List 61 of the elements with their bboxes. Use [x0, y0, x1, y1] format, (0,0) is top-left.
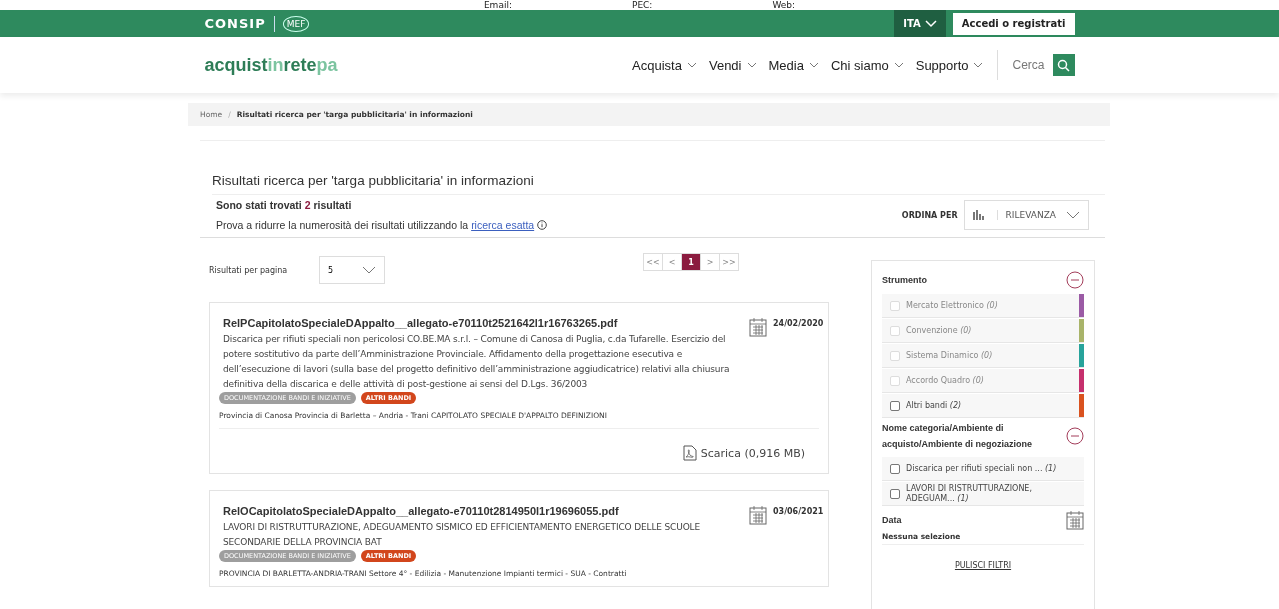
- calendar-icon[interactable]: [1066, 510, 1084, 530]
- nav-menu-item[interactable]: Vendi: [708, 57, 757, 73]
- checkbox[interactable]: [890, 488, 900, 499]
- chevron-down-icon: [686, 62, 697, 68]
- per-page-select[interactable]: 5: [319, 256, 385, 284]
- pdf-file-icon: [682, 445, 697, 461]
- sort-label: ORDINA PER: [901, 210, 958, 220]
- collapse-toggle[interactable]: [1066, 271, 1084, 289]
- chevron-down-icon: [924, 19, 937, 28]
- nav-menu-item[interactable]: Media: [768, 57, 819, 73]
- per-page-label: Risultati per pagina: [209, 265, 289, 275]
- exact-search-link[interactable]: ricerca esatta: [471, 219, 535, 231]
- hint-text: Prova a ridurre la numerosità dei risultati utilizzando la ricerca esatta: [216, 219, 902, 231]
- nav-menu-item[interactable]: Chi siamo: [830, 57, 904, 73]
- download-link[interactable]: Scarica (0,916 MB): [682, 445, 805, 461]
- minus-circle-icon: [1066, 271, 1084, 289]
- result-description: Discarica per rifiuti speciali non pericolosi CO.BE.MA s.r.l. – Comune di Canosa di Puglia, c.da Tufarelle. Esercizio del potere sostitutivo da parte dell’Amministrazione Provinciale. Affidamento della progettazione esecutiva e dell’esecuzione di lavori (sulla base del progetto definitivo dell’amministrazione aggiudicatrice) relativi alla chiusura definitiva della discarica e delle attività di post-gestione ai sensi del D.Lgs. 36/2003: [223, 333, 731, 391]
- filter-group-title: Strumento: [882, 274, 928, 287]
- search-button[interactable]: [1052, 54, 1075, 76]
- sort-bars-icon: [972, 210, 987, 220]
- info-icon: [537, 220, 548, 230]
- pagination-button[interactable]: >: [700, 253, 720, 271]
- chevron-down-icon: [746, 62, 757, 68]
- page-title: Risultati ricerca per 'targa pubblicitaria' in informazioni: [212, 173, 1105, 195]
- result-count: Sono stati trovati 2 risultati: [216, 199, 353, 211]
- pagination-button[interactable]: >>: [719, 253, 739, 271]
- chevron-down-icon: [1066, 211, 1080, 219]
- pagination-button[interactable]: 1: [681, 253, 701, 271]
- checkbox[interactable]: [890, 463, 900, 474]
- pagination-button[interactable]: <: [662, 253, 682, 271]
- calendar-icon: [749, 505, 767, 525]
- chevron-down-icon: [808, 62, 819, 68]
- login-button[interactable]: Accedi o registrati: [952, 12, 1075, 35]
- pagination-button[interactable]: <<: [643, 253, 663, 271]
- filter-group-title: Nome categoria/Ambiente di acquisto/Ambiente di negoziazione: [882, 422, 1034, 451]
- checkbox[interactable]: [890, 400, 900, 411]
- clear-filters-link[interactable]: PULISCI FILTRI: [954, 561, 1012, 570]
- result-date: 03/06/2021: [773, 507, 824, 516]
- contact-label: Web:: [772, 0, 796, 10]
- contact-label: Email:: [483, 0, 512, 10]
- chevron-down-icon: [893, 62, 904, 68]
- result-title-link[interactable]: RelPCapitolatoSpecialeDAppalto__allegato-e70110t2521642l1r16763265.pdf: [223, 317, 743, 329]
- contact-label: PEC:: [631, 0, 653, 10]
- calendar-icon: [749, 317, 767, 337]
- language-button[interactable]: ITA: [894, 10, 946, 37]
- nav-menu-item[interactable]: Acquista: [632, 57, 697, 73]
- chevron-down-icon: [362, 266, 376, 274]
- result-date: 24/02/2020: [773, 319, 824, 328]
- chevron-down-icon: [973, 62, 984, 68]
- result-description: LAVORI DI RISTRUTTURAZIONE, ADEGUAMENTO SISMICO ED EFFICIENTAMENTO ENERGETICO DELLE SCUOLE SECONDARIE DELLA PROVINCIA BAT: [223, 521, 701, 549]
- search-icon: [1057, 58, 1070, 72]
- sort-select[interactable]: RILEVANZA: [963, 200, 1089, 230]
- brand-logo[interactable]: acquistinretepa: [204, 54, 338, 76]
- collapse-toggle[interactable]: [1066, 427, 1084, 445]
- consip-logo[interactable]: CONSIP: [204, 16, 266, 31]
- minus-circle-icon: [1066, 427, 1084, 445]
- filter-option-label[interactable]: Altri bandi (2): [906, 400, 962, 411]
- date-filter-title: Data: [882, 514, 903, 527]
- result-title-link[interactable]: RelOCapitolatoSpecialeDAppalto__allegato-e70110t2814950l1r19696055.pdf: [223, 505, 743, 517]
- nav-menu-item[interactable]: Supporto: [915, 57, 984, 73]
- search-label: Cerca: [1012, 58, 1045, 72]
